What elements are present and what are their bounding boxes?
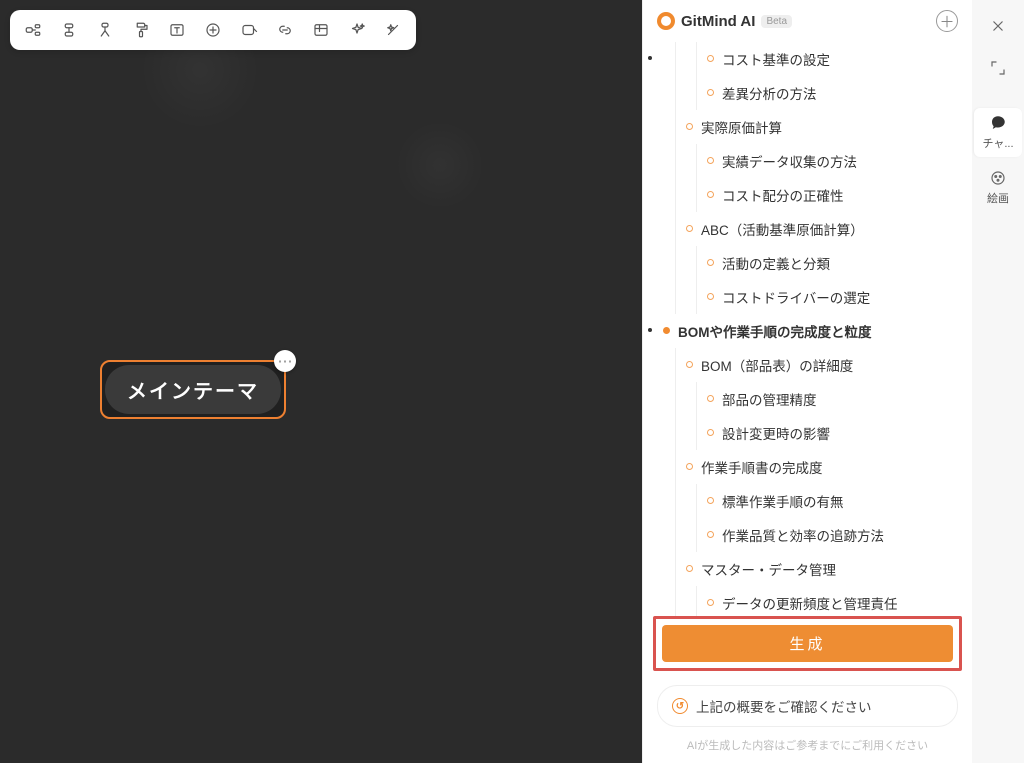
- outline-item[interactable]: コスト基準の設定: [707, 42, 960, 76]
- bullet-icon: [707, 429, 714, 436]
- chat-tab-label: チャ...: [982, 135, 1013, 151]
- bullet-icon: [686, 225, 693, 232]
- outline-item[interactable]: 設計変更時の影響: [707, 416, 960, 450]
- outline-item-label: 実績データ収集の方法: [722, 151, 857, 171]
- bullet-icon: [707, 55, 714, 62]
- generate-highlight: 生成: [653, 616, 962, 671]
- outline-item-label: BOMや作業手順の完成度と粒度: [678, 321, 872, 341]
- bullet-icon: [686, 123, 693, 130]
- outline-item[interactable]: データの更新頻度と管理責任: [707, 586, 960, 616]
- outline-item-label: BOM（部品表）の詳細度: [701, 355, 853, 375]
- text-box-icon[interactable]: [160, 14, 194, 46]
- outline-item-label: 作業手順書の完成度: [701, 457, 823, 477]
- outline-item[interactable]: 作業品質と効率の追跡方法: [707, 518, 960, 552]
- outline-item-label: データの更新頻度と管理責任: [722, 593, 898, 613]
- confirm-icon: ↺: [672, 698, 688, 714]
- outline-item[interactable]: マスター・データ管理データの更新頻度と管理責任データ整合性の保持: [686, 552, 960, 616]
- panel-header: GitMind AI Beta ＋: [643, 0, 972, 42]
- outline-item-label: コスト配分の正確性: [722, 185, 844, 205]
- outline-item[interactable]: 部品の管理精度: [707, 382, 960, 416]
- confirm-text: 上記の概要をご確認ください: [696, 696, 872, 716]
- right-rail: チャ... 絵画: [972, 0, 1024, 763]
- outline-item-label: 標準作業手順の有無: [722, 491, 844, 511]
- ai-panel: GitMind AI Beta ＋ コスト基準の設定差異分析の方法実際原価計算実…: [642, 0, 972, 763]
- bullet-icon: [686, 361, 693, 368]
- central-node[interactable]: ⋯ メインテーマ: [100, 360, 286, 419]
- close-button[interactable]: [980, 8, 1016, 44]
- outline-tree: コスト基準の設定差異分析の方法実際原価計算実績データ収集の方法コスト配分の正確性…: [663, 42, 960, 616]
- outline-item[interactable]: 標準作業手順の有無: [707, 484, 960, 518]
- outline-scroll[interactable]: コスト基準の設定差異分析の方法実際原価計算実績データ収集の方法コスト配分の正確性…: [643, 42, 972, 616]
- central-node-label: メインテーマ: [105, 365, 281, 414]
- sibling-topic-icon[interactable]: [52, 14, 86, 46]
- bullet-icon: [686, 463, 693, 470]
- chat-tab[interactable]: チャ...: [974, 108, 1022, 157]
- bullet-icon: [707, 497, 714, 504]
- beta-badge: Beta: [761, 15, 792, 28]
- sticker-icon[interactable]: [232, 14, 266, 46]
- paint-icon[interactable]: [124, 14, 158, 46]
- outline-item[interactable]: 作業手順書の完成度標準作業手順の有無作業品質と効率の追跡方法: [686, 450, 960, 552]
- bullet-icon: [707, 395, 714, 402]
- outline-item-label: 作業品質と効率の追跡方法: [722, 525, 884, 545]
- bullet-icon: [707, 293, 714, 300]
- bullet-icon: [707, 259, 714, 266]
- mindmap-canvas[interactable]: ⋯ メインテーマ: [0, 0, 642, 763]
- brand-logo-icon: [657, 12, 675, 30]
- bullet-icon: [707, 157, 714, 164]
- bullet-icon: [663, 327, 670, 334]
- outline-item[interactable]: コスト配分の正確性: [707, 178, 960, 212]
- subtopic-icon[interactable]: [16, 14, 50, 46]
- link-icon[interactable]: [268, 14, 302, 46]
- outline-item-label: 部品の管理精度: [722, 389, 817, 409]
- outline-item-label: コストドライバーの選定: [722, 287, 870, 307]
- relationship-icon[interactable]: [88, 14, 122, 46]
- outline-item-label: 活動の定義と分類: [722, 253, 830, 273]
- expand-icon[interactable]: [980, 50, 1016, 86]
- outline-item-label: マスター・データ管理: [701, 559, 836, 579]
- outline-item-label: コスト基準の設定: [722, 49, 830, 69]
- bullet-icon: [707, 531, 714, 538]
- sparkle-icon[interactable]: [340, 14, 374, 46]
- outline-item[interactable]: ABC（活動基準原価計算） 活動の定義と分類コストドライバーの選定: [686, 212, 960, 314]
- bullet-icon: [707, 191, 714, 198]
- outline-item[interactable]: 活動の定義と分類: [707, 246, 960, 280]
- add-circle-icon[interactable]: [196, 14, 230, 46]
- outline-item-label: 実際原価計算: [701, 117, 782, 137]
- outline-item[interactable]: 実績データ収集の方法: [707, 144, 960, 178]
- draw-tab[interactable]: 絵画: [974, 163, 1022, 212]
- confirm-banner[interactable]: ↺ 上記の概要をご確認ください: [657, 685, 958, 727]
- outline-item[interactable]: 実際原価計算実績データ収集の方法コスト配分の正確性: [686, 110, 960, 212]
- outline-item[interactable]: コストドライバーの選定: [707, 280, 960, 314]
- outline-item-label: ABC（活動基準原価計算）: [701, 219, 864, 239]
- node-menu-handle[interactable]: ⋯: [274, 350, 296, 372]
- summary-icon[interactable]: [304, 14, 338, 46]
- canvas-toolbar: [10, 10, 416, 50]
- outline-item[interactable]: 差異分析の方法: [707, 76, 960, 110]
- bullet-icon: [707, 599, 714, 606]
- bullet-icon: [707, 89, 714, 96]
- app-root: ⋯ メインテーマ GitMind AI Beta ＋ コスト基準の設定差異分析の…: [0, 0, 1024, 763]
- outline-item-label: 設計変更時の影響: [722, 423, 830, 443]
- outline-item-label: 差異分析の方法: [722, 83, 817, 103]
- generate-button[interactable]: 生成: [662, 625, 953, 662]
- new-chat-button[interactable]: ＋: [936, 10, 958, 32]
- outline-item[interactable]: BOM（部品表）の詳細度部品の管理精度設計変更時の影響: [686, 348, 960, 450]
- brand-name: GitMind AI: [681, 13, 755, 30]
- outline-item[interactable]: BOMや作業手順の完成度と粒度 BOM（部品表）の詳細度部品の管理精度設計変更時の…: [663, 314, 960, 616]
- ai-disclaimer: AIが生成した内容はご参考までにご利用ください: [643, 733, 972, 763]
- magic-off-icon[interactable]: [376, 14, 410, 46]
- bullet-icon: [686, 565, 693, 572]
- draw-tab-label: 絵画: [987, 190, 1009, 206]
